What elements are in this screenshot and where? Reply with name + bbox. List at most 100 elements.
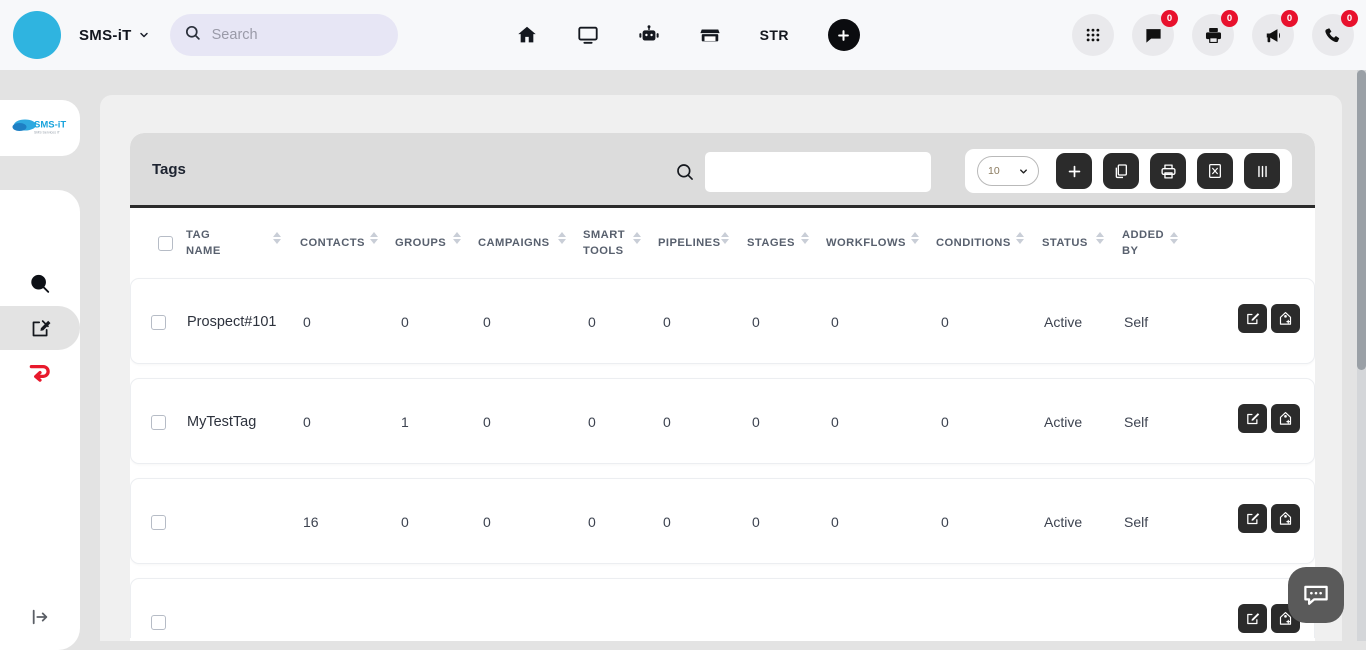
chevron-down-icon[interactable] bbox=[138, 29, 150, 41]
col-label: STAGES bbox=[747, 235, 795, 251]
expand-sidebar-button[interactable] bbox=[0, 599, 80, 635]
add-tag-button[interactable] bbox=[1056, 153, 1092, 189]
page-scrollbar-track[interactable] bbox=[1357, 70, 1366, 641]
table-search bbox=[665, 152, 931, 192]
cell-contacts: 0 bbox=[303, 379, 311, 465]
svg-text:SMS Services iT: SMS Services iT bbox=[34, 131, 61, 135]
row-checkbox[interactable] bbox=[151, 515, 166, 530]
table-row[interactable]: 16 0 0 0 0 0 0 0 Active Self bbox=[130, 478, 1315, 564]
tags-table: TAG NAME CONTACTS GROUPS CAMPAIGNS SMART… bbox=[130, 208, 1315, 638]
column-visibility-button[interactable] bbox=[1244, 153, 1280, 189]
table-header-row: TAG NAME CONTACTS GROUPS CAMPAIGNS SMART… bbox=[130, 208, 1315, 278]
create-new-button[interactable] bbox=[828, 19, 860, 51]
printer-badge: 0 bbox=[1221, 10, 1238, 27]
cell-groups: 1 bbox=[401, 379, 409, 465]
megaphone-wrap: 0 bbox=[1252, 14, 1294, 56]
sidebar-item-return[interactable] bbox=[0, 350, 80, 394]
sidebar-item-analytics[interactable] bbox=[0, 262, 80, 306]
col-label: SMART TOOLS bbox=[583, 227, 639, 259]
sort-groups[interactable] bbox=[453, 232, 461, 244]
cell-added-by: Self bbox=[1124, 279, 1148, 365]
table-row[interactable]: Prospect#101 0 0 0 0 0 0 0 0 Active Self bbox=[130, 278, 1315, 364]
monitor-icon[interactable] bbox=[577, 24, 599, 46]
col-added-by[interactable]: ADDED BY bbox=[1122, 208, 1170, 278]
global-search[interactable]: Search bbox=[170, 14, 398, 56]
cell-pipelines: 0 bbox=[663, 479, 671, 565]
col-label: ADDED BY bbox=[1122, 227, 1170, 259]
col-status[interactable]: STATUS bbox=[1042, 208, 1088, 278]
home-icon[interactable] bbox=[516, 24, 538, 46]
col-groups[interactable]: GROUPS bbox=[395, 208, 446, 278]
row-select bbox=[151, 579, 166, 638]
store-icon[interactable] bbox=[699, 24, 721, 46]
row-checkbox[interactable] bbox=[151, 415, 166, 430]
megaphone-badge: 0 bbox=[1281, 10, 1298, 27]
print-button[interactable] bbox=[1150, 153, 1186, 189]
copy-button[interactable] bbox=[1103, 153, 1139, 189]
edit-row-button[interactable] bbox=[1238, 404, 1267, 433]
row-checkbox[interactable] bbox=[151, 315, 166, 330]
cell-workflows: 0 bbox=[831, 379, 839, 465]
table-row[interactable] bbox=[130, 578, 1315, 638]
add-tag-row-button[interactable] bbox=[1271, 304, 1300, 333]
cell-contacts: 0 bbox=[303, 279, 311, 365]
col-workflows[interactable]: WORKFLOWS bbox=[826, 208, 888, 278]
cell-smart-tools: 0 bbox=[588, 279, 596, 365]
chevron-down-icon bbox=[1018, 166, 1029, 177]
cell-status: Active bbox=[1044, 279, 1082, 365]
edit-row-button[interactable] bbox=[1238, 304, 1267, 333]
add-tag-row-button[interactable] bbox=[1271, 504, 1300, 533]
robot-icon[interactable] bbox=[638, 24, 660, 46]
sort-stages[interactable] bbox=[801, 232, 809, 244]
sort-workflows[interactable] bbox=[911, 232, 919, 244]
sort-smart-tools[interactable] bbox=[633, 232, 641, 244]
edit-row-button[interactable] bbox=[1238, 504, 1267, 533]
top-right-actions: 0 0 0 0 bbox=[1072, 14, 1354, 56]
sort-campaigns[interactable] bbox=[558, 232, 566, 244]
brand-avatar[interactable] bbox=[13, 11, 61, 59]
col-conditions[interactable]: CONDITIONS bbox=[936, 208, 998, 278]
search-icon bbox=[184, 24, 201, 46]
page-scrollbar-thumb[interactable] bbox=[1357, 70, 1366, 370]
cell-pipelines: 0 bbox=[663, 279, 671, 365]
chat-support-button[interactable] bbox=[1288, 567, 1344, 623]
page-size-value: 10 bbox=[988, 165, 1000, 177]
cell-workflows: 0 bbox=[831, 279, 839, 365]
col-label: CONDITIONS bbox=[936, 235, 998, 251]
sort-added-by[interactable] bbox=[1170, 232, 1178, 244]
page-size-select[interactable]: 10 bbox=[977, 156, 1039, 186]
content-panel: Tags 10 bbox=[100, 95, 1342, 641]
col-tag-name[interactable]: TAG NAME bbox=[186, 208, 248, 278]
col-contacts[interactable]: CONTACTS bbox=[300, 208, 362, 278]
sidebar-item-tags[interactable] bbox=[0, 306, 80, 350]
sort-pipelines[interactable] bbox=[721, 232, 729, 244]
edit-row-button[interactable] bbox=[1238, 604, 1267, 633]
brand-name[interactable]: SMS-iT bbox=[79, 27, 132, 44]
page-title: Tags bbox=[152, 161, 186, 178]
sort-tag-name[interactable] bbox=[273, 232, 281, 244]
sort-status[interactable] bbox=[1096, 232, 1104, 244]
chat-wrap: 0 bbox=[1132, 14, 1174, 56]
sidebar-logo[interactable]: SMS-iT SMS Services iT bbox=[0, 100, 80, 156]
table-row[interactable]: MyTestTag 0 1 0 0 0 0 0 0 Active Self bbox=[130, 378, 1315, 464]
str-label[interactable]: STR bbox=[760, 27, 789, 43]
cell-smart-tools: 0 bbox=[588, 379, 596, 465]
excel-export-button[interactable] bbox=[1197, 153, 1233, 189]
select-all-checkbox[interactable] bbox=[158, 236, 173, 251]
sort-contacts[interactable] bbox=[370, 232, 378, 244]
apps-grid-icon[interactable] bbox=[1072, 14, 1114, 56]
cell-status: Active bbox=[1044, 479, 1082, 565]
sort-conditions[interactable] bbox=[1016, 232, 1024, 244]
col-pipelines[interactable]: PIPELINES bbox=[658, 208, 720, 278]
search-input[interactable] bbox=[705, 152, 931, 192]
row-checkbox[interactable] bbox=[151, 615, 166, 630]
col-stages[interactable]: STAGES bbox=[747, 208, 795, 278]
sidebar-panel bbox=[0, 190, 80, 650]
col-campaigns[interactable]: CAMPAIGNS bbox=[478, 208, 540, 278]
row-actions bbox=[1238, 404, 1300, 433]
cell-stages: 0 bbox=[752, 379, 760, 465]
add-tag-row-button[interactable] bbox=[1271, 404, 1300, 433]
cell-workflows: 0 bbox=[831, 479, 839, 565]
cell-added-by: Self bbox=[1124, 379, 1148, 465]
col-smart-tools[interactable]: SMART TOOLS bbox=[583, 208, 639, 278]
